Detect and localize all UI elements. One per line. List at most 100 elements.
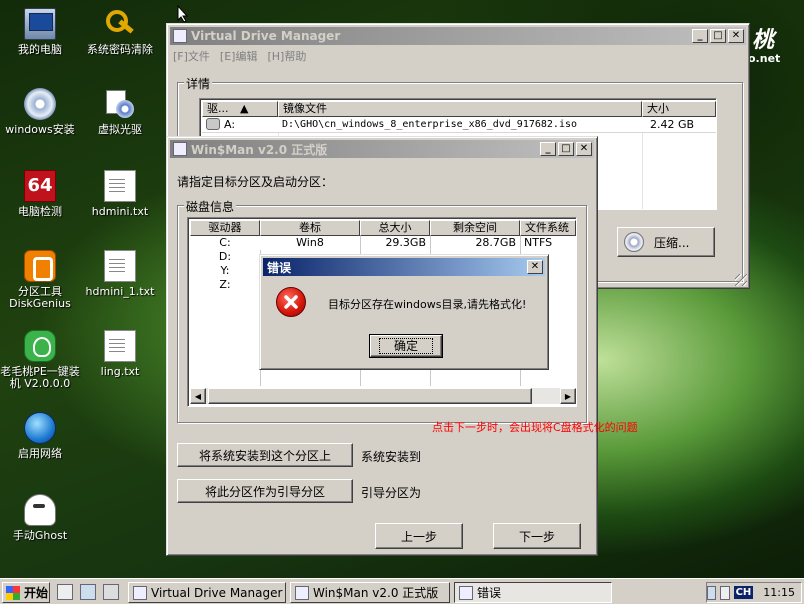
windows-logo-icon	[6, 585, 20, 600]
annotation-text: 点击下一步时，会出现将C盘格式化的问题	[432, 421, 638, 434]
desktop-icon-diskgenius[interactable]: 分区工具DiskGenius	[0, 250, 80, 310]
install-to-partition-button[interactable]: 将系统安装到这个分区上	[177, 443, 353, 467]
col-free-space[interactable]: 剩余空间	[430, 220, 520, 236]
vdm-col-image[interactable]: 镜像文件	[278, 101, 642, 117]
desktop-icon-pe-installer[interactable]: 老毛桃PE一键装机 V2.0.0.0	[0, 330, 80, 390]
ok-button[interactable]: 确定	[369, 334, 443, 358]
error-dialog-icon	[459, 585, 473, 600]
minimize-button[interactable]: _	[692, 29, 708, 43]
vdm-col-size[interactable]: 大小	[642, 101, 716, 117]
vdm-app-icon	[133, 585, 147, 600]
table-row[interactable]: C: Win8 29.3GB 28.7GB NTFS	[190, 236, 576, 250]
winsman-prompt: 请指定目标分区及启动分区：	[177, 175, 334, 189]
vdm-menubar: [F]文件 [E]编辑 [H]帮助	[173, 48, 306, 64]
close-button[interactable]: ✕	[576, 142, 592, 156]
desktop-icon-label: 启用网络	[18, 447, 62, 460]
maximize-button[interactable]: □	[558, 142, 574, 156]
col-drive[interactable]: 驱动器	[190, 220, 260, 236]
ghost-icon	[24, 494, 56, 526]
taskbar: 开始 Virtual Drive Manager Win$Man v2.0 正式…	[0, 578, 804, 604]
winsman-title: Win$Man v2.0 正式版	[191, 142, 328, 157]
disk-info-label: 磁盘信息	[184, 198, 237, 215]
desktop-icon-label: 我的电脑	[18, 43, 62, 56]
close-button[interactable]: ✕	[527, 260, 543, 274]
quicklaunch-disk-icon[interactable]	[57, 584, 73, 600]
maximize-button[interactable]: □	[710, 29, 726, 43]
col-total-size[interactable]: 总大小	[360, 220, 430, 236]
vdm-details-label: 详情	[184, 75, 213, 92]
desktop-icon-hdmini-1[interactable]: hdmini_1.txt	[80, 250, 160, 298]
quicklaunch-settings-icon[interactable]	[103, 584, 119, 600]
set-boot-partition-button[interactable]: 将此分区作为引导分区	[177, 479, 353, 503]
prev-button[interactable]: 上一步	[375, 523, 463, 549]
error-message: 目标分区存在windows目录,请先格式化!	[328, 298, 527, 311]
taskbar-item-winsman[interactable]: Win$Man v2.0 正式版	[290, 582, 450, 603]
desktop-icon-windows-install[interactable]: windows安装	[0, 88, 80, 136]
text-file-icon	[104, 330, 136, 362]
menu-file[interactable]: [F]文件	[173, 48, 210, 64]
peach-installer-icon	[24, 330, 56, 362]
disc-icon	[624, 232, 644, 252]
quicklaunch-computer-icon[interactable]	[80, 584, 96, 600]
close-button[interactable]: ✕	[728, 29, 744, 43]
col-filesystem[interactable]: 文件系统	[520, 220, 576, 236]
cd-drive-icon	[206, 118, 220, 130]
start-button[interactable]: 开始	[2, 582, 50, 603]
desktop-icon-label: 老毛桃PE一键装机 V2.0.0.0	[0, 365, 80, 390]
desktop-icon-label: windows安装	[5, 123, 75, 136]
tray-network-icon[interactable]	[707, 585, 717, 600]
tray-volume-icon[interactable]	[720, 585, 730, 600]
next-button[interactable]: 下一步	[493, 523, 581, 549]
minimize-button[interactable]: _	[540, 142, 556, 156]
horizontal-scrollbar[interactable]: ◀ ▶	[190, 388, 576, 404]
mouse-cursor-icon	[177, 5, 189, 23]
clock[interactable]: 11:15	[763, 586, 795, 599]
desktop-icon-ling[interactable]: ling.txt	[80, 330, 160, 378]
key-icon	[104, 8, 136, 40]
vdm-titlebar[interactable]: Virtual Drive Manager _ □ ✕	[170, 27, 746, 45]
watermark-logo: 桃	[752, 27, 775, 53]
desktop-icon-hdmini[interactable]: hdmini.txt	[80, 170, 160, 218]
desktop-icon-pc-check[interactable]: 64 电脑检测	[0, 170, 80, 218]
scroll-right-button[interactable]: ▶	[560, 388, 576, 404]
winsman-titlebar[interactable]: Win$Man v2.0 正式版 _ □ ✕	[170, 140, 594, 158]
error-titlebar[interactable]: 错误 ✕	[263, 258, 545, 276]
desktop-icon-network[interactable]: 启用网络	[0, 412, 80, 460]
error-title: 错误	[267, 260, 292, 275]
boot-target-label: 引导分区为	[361, 486, 422, 500]
desktop-icon-label: 系统密码清除	[87, 43, 153, 56]
vdm-col-drive[interactable]: 驱... ▲	[202, 101, 278, 117]
menu-edit[interactable]: [E]编辑	[220, 48, 258, 64]
compress-button[interactable]: 压缩...	[617, 227, 715, 257]
menu-help[interactable]: [H]帮助	[267, 48, 306, 64]
taskbar-item-error[interactable]: 错误	[454, 582, 612, 603]
diskgenius-icon	[24, 250, 56, 282]
desktop-icon-label: 分区工具DiskGenius	[9, 285, 71, 310]
desktop-icon-label: 电脑检测	[18, 205, 62, 218]
col-volume-label[interactable]: 卷标	[260, 220, 360, 236]
desktop-icon-label: hdmini.txt	[91, 205, 149, 218]
table-row[interactable]: A: D:\GHO\cn_windows_8_enterprise_x86_dv…	[202, 117, 716, 133]
desktop-icon-label: hdmini_1.txt	[85, 285, 155, 298]
taskbar-item-vdm[interactable]: Virtual Drive Manager	[128, 582, 286, 603]
aida64-icon: 64	[24, 170, 56, 202]
desktop-icon-password-clear[interactable]: 系统密码清除	[80, 8, 160, 56]
install-target-label: 系统安装到	[361, 450, 422, 464]
scroll-thumb[interactable]	[208, 388, 532, 404]
virtual-drive-icon	[104, 88, 136, 120]
vdm-title: Virtual Drive Manager	[191, 29, 341, 43]
computer-icon	[24, 8, 56, 40]
desktop-icon-my-computer[interactable]: 我的电脑	[0, 8, 80, 56]
scroll-left-button[interactable]: ◀	[190, 388, 206, 404]
text-file-icon	[104, 250, 136, 282]
resize-grip[interactable]	[735, 274, 747, 286]
desktop-icon-label: 手动Ghost	[12, 529, 68, 542]
desktop-icon-virtual-drive[interactable]: 虚拟光驱	[80, 88, 160, 136]
winsman-app-icon	[173, 142, 187, 156]
ime-indicator[interactable]: CH	[733, 586, 754, 599]
system-tray: CH 11:15	[706, 582, 802, 603]
desktop-icon-ghost[interactable]: 手动Ghost	[0, 494, 80, 542]
cd-installer-icon	[24, 88, 56, 120]
error-dialog: 错误 ✕ 目标分区存在windows目录,请先格式化! 确定	[259, 254, 549, 370]
desktop-icon-label: ling.txt	[100, 365, 140, 378]
